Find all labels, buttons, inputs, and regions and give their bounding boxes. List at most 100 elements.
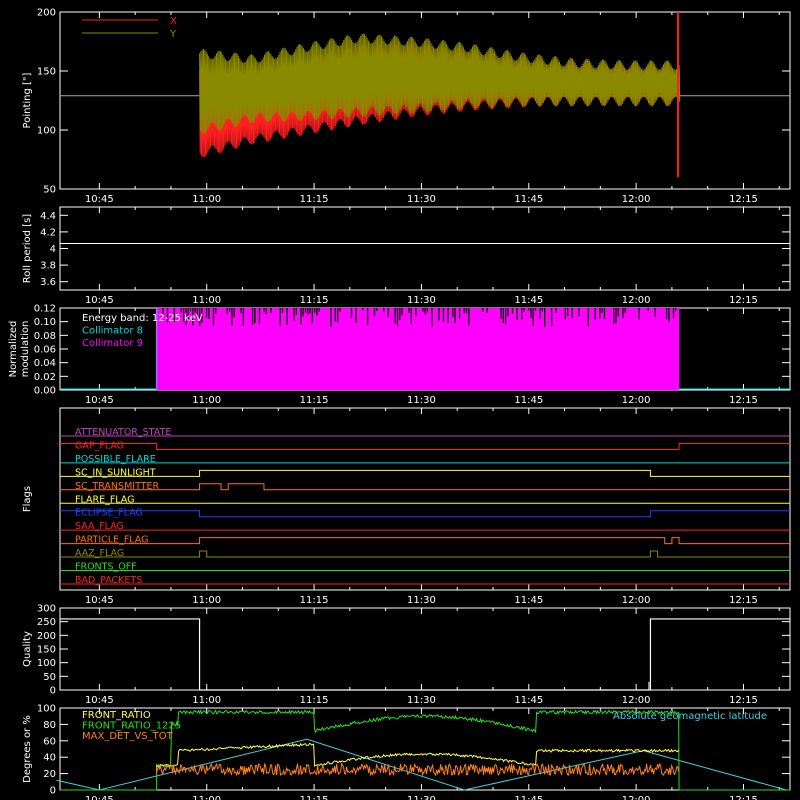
panel-2-ylabel-line1: Normalized (8, 321, 19, 378)
panel-2-ytick-label: 0.04 (34, 358, 56, 369)
panel-1-xtick-label: 11:15 (300, 295, 329, 306)
panel-2-ylabel-line2: modulation (20, 321, 31, 378)
front-ratio-line (156, 742, 680, 768)
panel-2-xtick-label: 11:45 (514, 395, 543, 406)
panel-1-xtick-label: 10:45 (85, 295, 114, 306)
panel-1-xtick-label: 11:45 (514, 295, 543, 306)
panel-2-xtick-label: 10:45 (85, 395, 114, 406)
panel-0-ytick-label: 50 (43, 185, 56, 196)
panel-2-xtick-label: 11:15 (300, 395, 329, 406)
modulation-legend-2: Collimator 9 (82, 338, 143, 349)
panel-4-xtick-label: 11:00 (192, 695, 221, 706)
panel-3-xtick-label: 12:15 (729, 595, 758, 606)
panel-0-ytick-label: 100 (37, 126, 56, 137)
panel-2-xtick-label: 11:00 (192, 395, 221, 406)
panel-3-xtick-label: 11:00 (192, 595, 221, 606)
panel-5-ytick-label: 20 (43, 769, 56, 780)
panel-1-xtick-label: 11:30 (407, 295, 436, 306)
panel-5-xtick-label: 11:00 (192, 795, 221, 800)
flag-line-8 (60, 537, 790, 545)
panel-5-xtick-label: 12:15 (729, 795, 758, 800)
panel-4-ylabel: Quality (22, 631, 33, 667)
panel-1-xtick-label: 12:15 (729, 295, 758, 306)
flag-label-1: GAP_FLAG (75, 440, 124, 451)
panel-5-xtick-label: 12:00 (622, 795, 651, 800)
panel-1-ytick-label: 4.2 (40, 227, 56, 238)
degrees-legend-1: FRONT_RATIO_1225 (82, 721, 181, 732)
degrees-legend-0: FRONT_RATIO (82, 710, 151, 721)
panel-0-xtick-label: 12:00 (622, 194, 651, 205)
modulation-legend-1: Collimator 8 (82, 326, 143, 337)
panel-1-xtick-label: 12:00 (622, 295, 651, 306)
panel-5-ylabel: Degrees or % (22, 715, 33, 783)
panel-4-xtick-label: 10:45 (85, 695, 114, 706)
degrees-legend-3: Absolute geomagnetic latitude (613, 711, 767, 722)
flag-line-3 (60, 469, 790, 477)
quality-line (60, 618, 790, 691)
max-det-vs-tot-line (156, 762, 680, 777)
panel-0-xtick-label: 11:15 (300, 194, 329, 205)
panel-1-ylabel: Roll period [s] (22, 214, 33, 283)
panel-2-ytick-label: 0.00 (34, 386, 56, 397)
panel-1-ytick-label: 3.6 (40, 277, 56, 288)
panel-5-xtick-label: 11:45 (514, 795, 543, 800)
panel-4-ytick-label: 200 (37, 631, 56, 642)
panel-5-xtick-label: 11:30 (407, 795, 436, 800)
panel-4-ytick-label: 0 (50, 686, 56, 697)
panel-3-xtick-label: 11:15 (300, 595, 329, 606)
panel-1-ytick-label: 3.8 (40, 261, 56, 272)
flag-line-6 (60, 510, 790, 518)
modulation-collimator9-block (156, 308, 680, 390)
panel-2-ytick-label: 0.06 (34, 345, 56, 356)
panel-4-ytick-label: 150 (37, 645, 56, 656)
panel-4-xtick-label: 12:00 (622, 695, 651, 706)
panel-0-xtick-label: 10:45 (85, 194, 114, 205)
panel-4-xtick-label: 11:15 (300, 695, 329, 706)
panel-4-xtick-label: 12:15 (729, 695, 758, 706)
panel-5-xtick-label: 11:15 (300, 795, 329, 800)
panel-2-xtick-label: 12:15 (729, 395, 758, 406)
panel-0-xtick-label: 11:00 (192, 194, 221, 205)
panel-5-xtick-label: 10:45 (85, 795, 114, 800)
panel-0-xtick-label: 11:45 (514, 194, 543, 205)
pointing-legend-label-Y: Y (169, 29, 177, 40)
pointing-legend-label-X: X (170, 16, 177, 27)
panel-2-ytick-label: 0.12 (34, 304, 56, 315)
panel-2-ytick-label: 0.02 (34, 372, 56, 383)
panel-1-ytick-label: 4 (50, 244, 56, 255)
panel-0-ytick-label: 150 (37, 67, 56, 78)
flag-line-4 (60, 483, 790, 491)
panel-0-ytick-label: 200 (37, 8, 56, 19)
panel-2-ytick-label: 0.10 (34, 317, 56, 328)
panel-2-xtick-label: 12:00 (622, 395, 651, 406)
panel-4-xtick-label: 11:30 (407, 695, 436, 706)
panel-3-xtick-label: 10:45 (85, 595, 114, 606)
panel-4-ytick-label: 250 (37, 617, 56, 628)
panel-5-ytick-label: 60 (43, 736, 56, 747)
panel-1-xtick-label: 11:00 (192, 295, 221, 306)
panel-5-ytick-label: 100 (37, 704, 56, 715)
panel-4-xtick-label: 11:45 (514, 695, 543, 706)
figure: 10:45 11:00 11:15 11:30 11:45 12:00 12:15 Point… (8, 8, 791, 800)
degrees-legend-2: MAX_DET_VS_TOT (82, 731, 174, 742)
panel-3-xtick-label: 11:30 (407, 595, 436, 606)
flag-line-9 (60, 550, 790, 558)
flag-label-6: ECLIPSE_FLAG (75, 508, 143, 519)
panel-4-ytick-label: 50 (43, 672, 56, 683)
panel-4-frame (59, 607, 791, 691)
panel-0-ylabel: Pointing ["] (22, 72, 33, 128)
panel-2-xtick-label: 11:30 (407, 395, 436, 406)
panel-0-xtick-label: 12:15 (729, 194, 758, 205)
panel-5-ytick-label: 0 (50, 786, 56, 797)
panel-5-ytick-label: 40 (43, 753, 56, 764)
panel-3-xtick-label: 11:45 (514, 595, 543, 606)
panel-1-ytick-label: 4.4 (40, 211, 56, 222)
panel-2-ytick-label: 0.08 (34, 331, 56, 342)
panel-1-frame (59, 206, 791, 291)
panel-4-ytick-label: 300 (37, 604, 56, 615)
modulation-legend-0: Energy band: 12-25 keV (82, 313, 203, 324)
panel-0-xtick-label: 11:30 (407, 194, 436, 205)
flag-line-1 (60, 442, 790, 450)
panel-3-xtick-label: 12:00 (622, 595, 651, 606)
panel-3-ylabel: Flags (22, 486, 33, 512)
